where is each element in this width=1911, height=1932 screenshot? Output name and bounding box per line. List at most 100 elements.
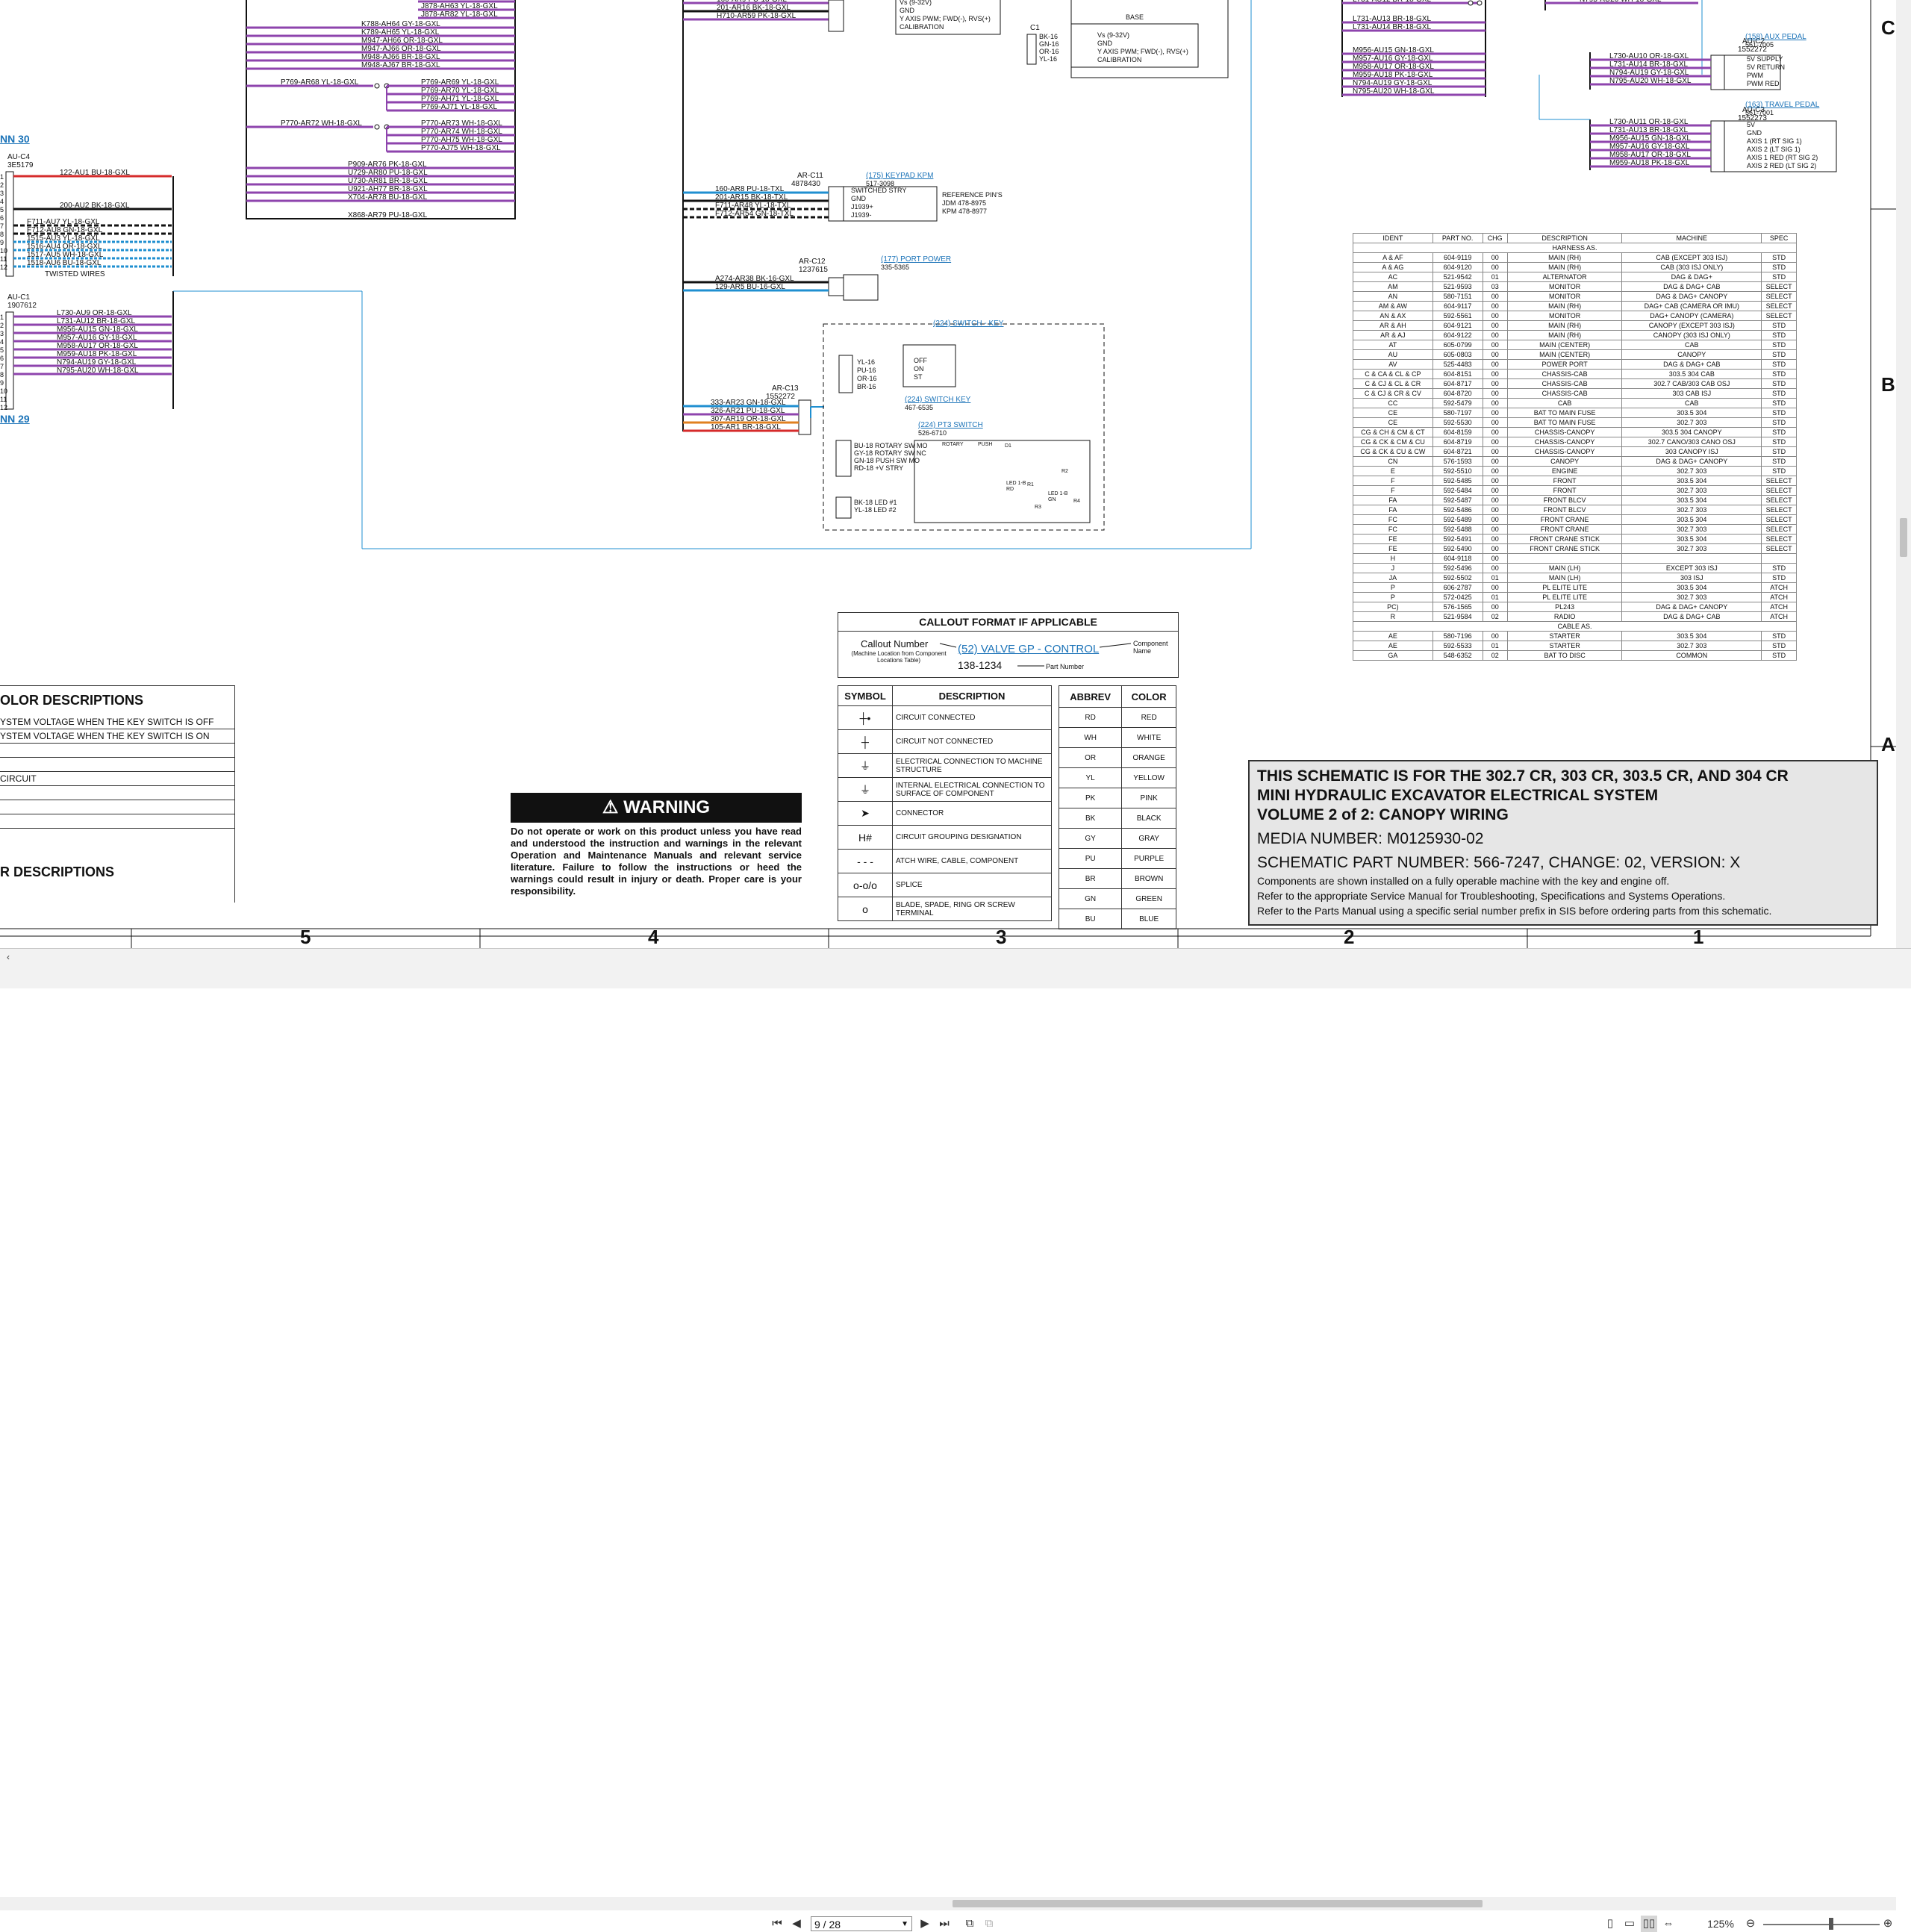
table-cell: STD	[1761, 563, 1797, 573]
paste-icon[interactable]: ⧉	[981, 1916, 997, 1932]
table-cell: 592-5484	[1432, 485, 1483, 496]
connector-top	[828, 0, 844, 32]
first-page-icon[interactable]: ⏮	[769, 1916, 785, 1932]
connector-ar-c13	[798, 399, 811, 435]
table-row: F 592-5484 00 FRONT 302.7 303 SELECT	[1353, 485, 1797, 496]
wire-label: F711-AU7 YL-18-GXL	[27, 218, 100, 226]
table-cell: AM	[1353, 281, 1433, 292]
note-2: Refer to the appropriate Service Manual …	[1257, 890, 1726, 902]
connector-name: AU-C1	[7, 293, 31, 302]
single-page-icon[interactable]: ▯	[1602, 1916, 1618, 1932]
table-cell: 00	[1482, 291, 1508, 302]
chevron-down-icon[interactable]: ▼	[901, 1917, 908, 1932]
symbol-description: CIRCUIT CONNECTED	[892, 705, 1052, 730]
wire-label: N795-AU20 WH-18-GXL	[1353, 87, 1435, 96]
vertical-scrollbar[interactable]	[1896, 0, 1911, 948]
callout-link-pt3[interactable]: (224) PT3 SWITCH	[918, 421, 983, 429]
callout-link-travel-pedal[interactable]: (163) TRAVEL PEDAL	[1745, 101, 1819, 109]
pin-label: Y AXIS PWM; FWD(-), RVS(+)	[1097, 48, 1188, 55]
connector-link-29[interactable]: NN 29	[0, 414, 30, 424]
scroll-left-icon[interactable]: ‹	[3, 949, 13, 965]
zoom-out-icon[interactable]: ⊖	[1742, 1916, 1759, 1932]
horizontal-scrollbar[interactable]	[0, 1897, 1896, 1910]
color-description-row	[0, 786, 234, 800]
table-cell: STD	[1761, 359, 1797, 370]
wire-label: 160-AR8 PU-18-TXL	[715, 185, 785, 193]
vertical-scroll-thumb[interactable]	[1900, 518, 1907, 557]
wire-label: 326-AR21 PU-18-GXL	[711, 407, 785, 415]
table-cell: 00	[1482, 359, 1508, 370]
abbrev-cell: BU	[1058, 909, 1123, 929]
horizontal-scroll-thumb[interactable]	[953, 1900, 1483, 1907]
table-cell: 00	[1482, 262, 1508, 272]
wire-label: U729-AR80 PU-18-GXL	[348, 169, 428, 177]
table-cell: 00	[1482, 495, 1508, 505]
table-row: C & CJ & CL & CR 604-8717 00 CHASSIS-CAB 302…	[1353, 378, 1797, 389]
table-cell: STD	[1761, 641, 1797, 651]
table-row: P 572-0425 01 PL ELITE LITE 302.7 303 ATCH	[1353, 592, 1797, 602]
callout-link-switch-key[interactable]: (224) SWITCH KEY	[905, 396, 970, 404]
next-page-icon[interactable]: ▶	[917, 1916, 933, 1932]
table-row: AM 521-9593 03 MONITOR DAG & DAG+ CAB SELECT	[1353, 281, 1797, 292]
table-cell: SELECT	[1761, 485, 1797, 496]
zoom-slider[interactable]	[1763, 1924, 1880, 1925]
table-cell: MAIN (LH)	[1506, 573, 1623, 583]
pin-label: CALIBRATION	[1097, 56, 1142, 63]
wire-label: M957-AU16 GY-18-GXL	[1353, 54, 1433, 63]
symbol-glyph: ➤	[838, 801, 893, 826]
callout-format-box: CALLOUT FORMAT IF APPLICABLE Callout Num…	[838, 612, 1179, 678]
table-cell: PL243	[1506, 602, 1623, 612]
continuous-page-icon[interactable]: ▭	[1621, 1916, 1638, 1932]
table-row: JA 592-5502 01 MAIN (LH) 303 ISJ STD	[1353, 573, 1797, 583]
callout-link-keypad[interactable]: (175) KEYPAD KPM	[866, 172, 933, 180]
table-header: CHG	[1482, 233, 1508, 243]
page-number-input[interactable]: 9 / 28 ▼	[811, 1916, 912, 1931]
schematic-viewport[interactable]: NN 30 NN 29 J878-AR62 BR-18-GXLJ878-AH63…	[0, 0, 1911, 948]
table-cell: 303.5 304 CANOPY	[1621, 427, 1762, 437]
table-cell: FRONT CRANE STICK	[1506, 534, 1623, 544]
wire-label: P769-AR68 YL-18-GXL	[281, 78, 359, 87]
wire-label: N795-AU20 WH-18-GXL	[1609, 77, 1692, 85]
connector-c1	[1026, 34, 1037, 65]
pin-label: Vs (9-32V)	[900, 0, 932, 6]
table-cell: C & CJ & CL & CR	[1353, 378, 1433, 389]
table-cell: 592-5490	[1432, 543, 1483, 554]
zoom-slider-handle[interactable]	[1829, 1918, 1833, 1930]
symbol-glyph: o-o/o	[838, 873, 893, 897]
table-cell: 302.7 303	[1621, 505, 1762, 515]
table-cell	[1506, 553, 1623, 564]
section-row: CABLE AS.	[1353, 621, 1797, 632]
table-header: IDENT	[1353, 233, 1433, 243]
table-cell: AU	[1353, 349, 1433, 360]
copy-icon[interactable]: ⧉	[961, 1916, 978, 1932]
color-description-row	[0, 800, 234, 814]
wire-label: 1515-AU3 YL-18-GXL	[27, 234, 100, 243]
connector-link-30[interactable]: NN 30	[0, 134, 30, 144]
zoom-level[interactable]: 125%	[1702, 1916, 1739, 1932]
last-page-icon[interactable]: ⏭	[936, 1916, 953, 1932]
pin-number: 6	[0, 214, 4, 222]
callout-part-number: 467-6535	[905, 404, 934, 411]
table-cell: E	[1353, 466, 1433, 476]
table-cell: STD	[1761, 650, 1797, 661]
wire-label: N795-AU20 WH-18-GXL	[57, 367, 139, 375]
callout-link-port-power[interactable]: (177) PORT POWER	[881, 255, 951, 264]
callout-link-aux-pedal[interactable]: (158) AUX PEDAL	[1745, 33, 1806, 41]
previous-page-icon[interactable]: ◀	[788, 1916, 805, 1932]
wire-label: L731-AU14 BR-18-GXL	[1609, 60, 1689, 69]
table-cell: STD	[1761, 272, 1797, 282]
table-cell: STD	[1761, 262, 1797, 272]
callout-link-switch-key-box[interactable]: (224) SWITCH - KEY	[933, 320, 1003, 328]
table-cell: 604-8720	[1432, 388, 1483, 399]
wire-label: N794-AU19 GY-18-GXL	[1609, 69, 1689, 77]
table-cell: MONITOR	[1506, 291, 1623, 302]
table-cell: AT	[1353, 340, 1433, 350]
table-cell: FRONT BLCV	[1506, 495, 1623, 505]
two-page-icon[interactable]: ▯▯	[1641, 1916, 1657, 1932]
fit-width-icon[interactable]: ⇔	[1660, 1916, 1677, 1932]
abbrev-cell: BK	[1058, 808, 1123, 829]
zoom-in-icon[interactable]: ⊕	[1880, 1916, 1896, 1932]
table-cell: SELECT	[1761, 505, 1797, 515]
table-header: DESCRIPTION	[1506, 233, 1623, 243]
table-cell: DAG+ CANOPY (CAMERA)	[1621, 311, 1762, 321]
